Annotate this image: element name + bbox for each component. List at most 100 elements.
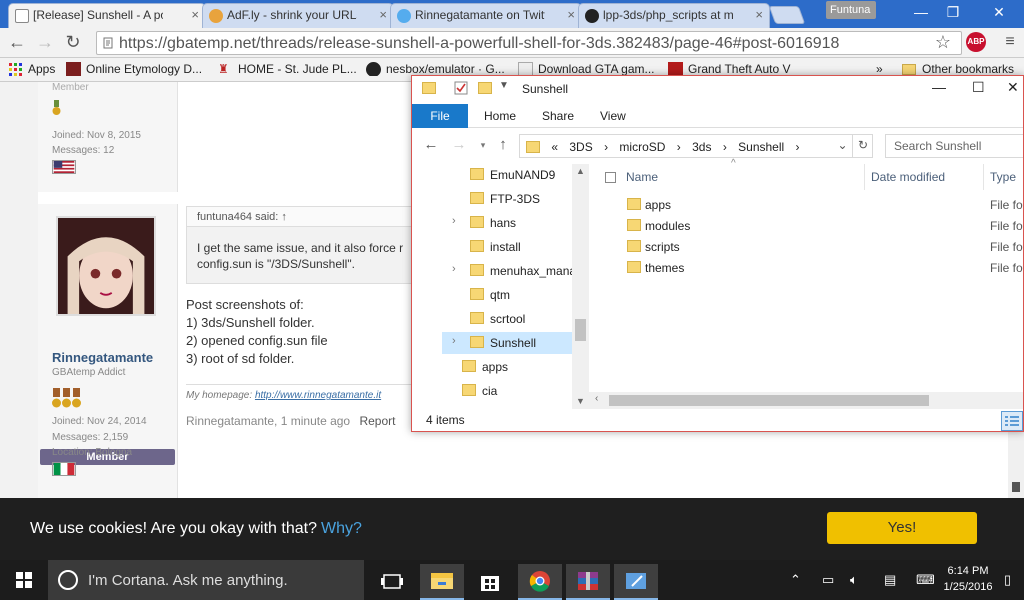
adblock-plus-icon[interactable]: ABP [966,32,986,52]
breadcrumb-separator[interactable]: › [677,140,681,154]
username-link[interactable]: Rinnegatamante [52,350,153,365]
address-bar[interactable]: https://gbatemp.net/threads/release-suns… [96,31,962,55]
nav-item-emunand9[interactable]: EmuNAND9 [412,164,572,186]
new-tab-button[interactable] [768,6,806,24]
navigation-pane-scrollbar-thumb[interactable] [575,319,586,341]
navigation-pane-scrollbar[interactable]: ▲ ▼ [572,164,589,409]
maximize-icon[interactable]: ❐ [938,4,968,24]
cortana-search-box[interactable]: I'm Cortana. Ask me anything. [48,560,364,600]
action-center-icon[interactable]: ▯ [1004,572,1011,588]
tab-github[interactable]: lpp-3ds/php_scripts at ma × [578,3,770,28]
expand-chevron-icon[interactable]: › [452,263,456,275]
reload-icon[interactable]: ↻ [62,32,84,54]
minimize-icon[interactable]: — [906,4,936,24]
breadcrumb-separator[interactable]: › [604,140,608,154]
user-avatar[interactable] [56,216,156,316]
bookmark-nesbox[interactable]: nesbox/emulator · G... [366,62,511,76]
new-folder-icon[interactable] [478,82,492,94]
close-tab-icon[interactable]: × [567,7,575,22]
forward-icon[interactable]: → [450,136,468,154]
column-header-name[interactable]: Name [626,170,658,184]
close-tab-icon[interactable]: × [755,7,763,22]
maximize-icon[interactable]: ☐ [972,79,985,96]
file-row-modules[interactable]: modules File fol [589,215,1023,236]
page-scrollbar-thumb[interactable] [1012,482,1020,492]
breadcrumb-separator[interactable]: › [796,140,800,154]
page-info-icon[interactable] [103,37,113,49]
column-divider[interactable] [864,164,865,190]
back-icon[interactable]: ← [6,32,28,54]
file-explorer-taskbar-button[interactable] [420,564,464,600]
tab-twitter[interactable]: Rinnegatamante on Twitte × [390,3,582,28]
post-author-time[interactable]: Rinnegatamante, 1 minute ago [186,414,350,428]
up-folder-icon[interactable]: ↑ [494,136,512,154]
forward-icon[interactable]: → [34,32,56,54]
bookmark-gta-v[interactable]: Grand Theft Auto V [668,62,803,76]
breadcrumb[interactable]: « 3DS › microSD › 3ds › Sunshell › [519,134,873,158]
task-view-button[interactable] [370,564,414,600]
profile-button[interactable]: Funtuna [826,1,876,19]
homepage-link[interactable]: http://www.rinnegatamante.it [255,390,381,401]
properties-icon[interactable] [454,81,468,95]
scroll-up-icon[interactable]: ▲ [576,166,585,176]
file-row-apps[interactable]: apps File fol [589,194,1023,215]
tab-home[interactable]: Home [470,104,530,128]
explorer-search-input[interactable]: Search Sunshell [885,134,1023,158]
recent-locations-icon[interactable]: ▾ [474,136,492,154]
nav-item-qtm[interactable]: qtm [412,284,572,306]
expand-chevron-icon[interactable]: › [452,215,456,227]
cookie-why-link[interactable]: Why? [321,520,362,537]
battery-icon[interactable]: ▭ [822,572,834,588]
tab-file[interactable]: File [412,104,468,128]
breadcrumb-dropdown-icon[interactable]: ⌄ [832,134,853,158]
store-taskbar-button[interactable] [468,564,512,600]
tab-sunshell-thread[interactable]: [Release] Sunshell - A pov × [8,3,206,28]
report-link[interactable]: Report [359,414,395,428]
tab-adfly[interactable]: AdF.ly - shrink your URLs × [202,3,394,28]
minimize-icon[interactable]: — [932,79,946,95]
bookmark-etymology[interactable]: Online Etymology D... [66,62,211,76]
horizontal-scrollbar-thumb[interactable] [609,395,929,406]
bookmark-st-jude[interactable]: ♜ HOME - St. Jude PL... [218,62,358,76]
volume-icon[interactable]: 🔈︎ [850,572,858,588]
winrar-taskbar-button[interactable] [566,564,610,600]
quote-author[interactable]: funtuna464 said: ↑ [187,207,425,227]
column-header-date-modified[interactable]: Date modified [871,170,945,184]
file-list-horizontal-scrollbar[interactable]: ‹ [589,392,1023,409]
close-tab-icon[interactable]: × [191,7,199,22]
nav-item-hans[interactable]: › hans [412,212,572,234]
bookmark-star-icon[interactable]: ☆ [932,32,954,54]
details-view-icon[interactable] [1001,411,1023,431]
select-all-checkbox[interactable] [605,172,616,183]
editor-taskbar-button[interactable] [614,564,658,600]
chrome-menu-icon[interactable]: ≡ [1000,34,1020,52]
scroll-left-icon[interactable]: ‹ [595,393,598,404]
start-button[interactable] [0,560,48,600]
column-divider[interactable] [983,164,984,190]
column-header-type[interactable]: Type [990,170,1016,184]
quick-access-dropdown-icon[interactable]: ▼ [499,80,509,91]
refresh-icon[interactable]: ↻ [852,134,873,158]
breadcrumb-3ds-folder[interactable]: 3ds [692,140,711,154]
close-window-icon[interactable]: ✕ [984,4,1014,24]
accept-cookies-button[interactable]: Yes! [827,512,977,544]
nav-item-menuhax-manager[interactable]: › menuhax_mana [412,260,572,282]
close-tab-icon[interactable]: × [379,7,387,22]
breadcrumb-separator[interactable]: › [723,140,727,154]
bookmark-apps[interactable]: Apps [8,62,55,76]
breadcrumb-3ds[interactable]: 3DS [569,140,592,154]
nav-item-ftp-3ds[interactable]: FTP-3DS [412,188,572,210]
bookmark-gta-games[interactable]: Download GTA gam... [518,62,658,76]
close-window-icon[interactable]: ✕ [1007,79,1019,96]
expand-chevron-icon[interactable]: › [452,335,456,347]
other-bookmarks-folder[interactable]: Other bookmarks [902,62,1024,76]
nav-item-apps[interactable]: apps [412,356,572,378]
keyboard-icon[interactable]: ⌨ [916,572,935,588]
nav-item-sunshell[interactable]: › Sunshell [442,332,572,354]
tab-share[interactable]: Share [528,104,588,128]
breadcrumb-sunshell[interactable]: Sunshell [738,140,784,154]
file-row-themes[interactable]: themes File fol [589,257,1023,278]
nav-item-install[interactable]: install [412,236,572,258]
tab-view[interactable]: View [586,104,640,128]
bookmarks-overflow-button[interactable]: » [876,62,883,76]
